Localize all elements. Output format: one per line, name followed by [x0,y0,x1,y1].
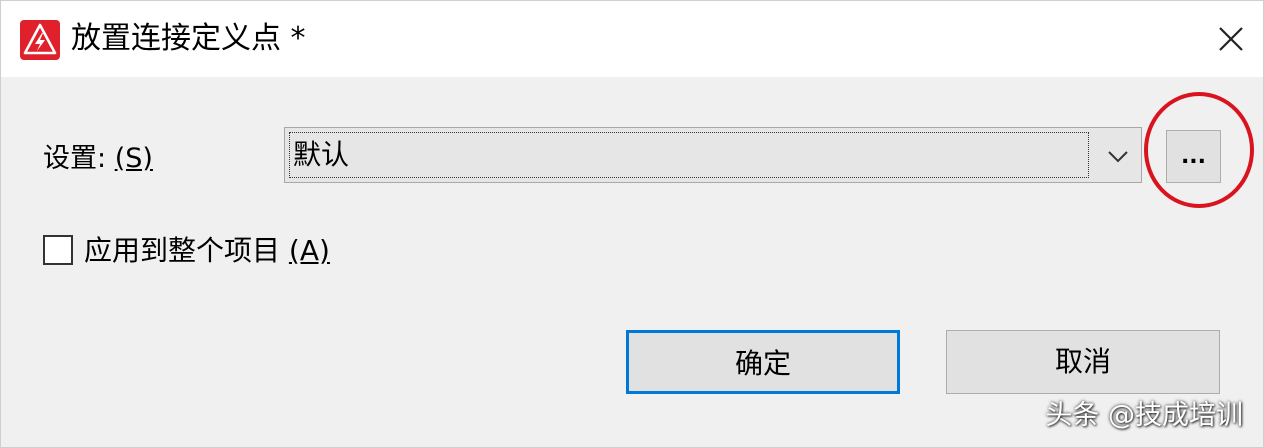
title-bar: 放置连接定义点 * [1,1,1263,77]
lightning-warning-icon [20,20,60,60]
focus-rectangle [289,132,1089,178]
settings-accelerator: (S) [114,143,153,174]
close-icon [1219,27,1243,51]
settings-label: 设置: (S) [43,141,153,177]
close-button[interactable] [1205,13,1257,65]
settings-label-text: 设置: [43,143,115,174]
cancel-button[interactable]: 取消 [946,330,1220,394]
apply-label-text: 应用到整个项目 [84,234,289,267]
cancel-button-label: 取消 [1054,345,1111,378]
chevron-down-icon [1108,151,1128,163]
watermark: 头条 @技成培训 [1045,400,1243,431]
settings-selected-value: 默认 [293,138,350,171]
settings-dropdown[interactable]: 默认 [284,127,1142,183]
apply-to-entire-project-checkbox[interactable] [43,235,73,265]
ok-button[interactable]: 确定 [626,330,900,394]
highlight-circle [1144,92,1254,208]
apply-to-entire-project-label[interactable]: 应用到整个项目 (A) [84,233,330,269]
apply-accelerator: (A) [288,234,330,267]
window-title: 放置连接定义点 * [71,21,306,56]
place-connection-definition-point-dialog: 放置连接定义点 * 设置: (S) 默认 ... 应用到整个项目 (A) 确定 … [0,0,1264,448]
ok-button-label: 确定 [734,347,791,380]
